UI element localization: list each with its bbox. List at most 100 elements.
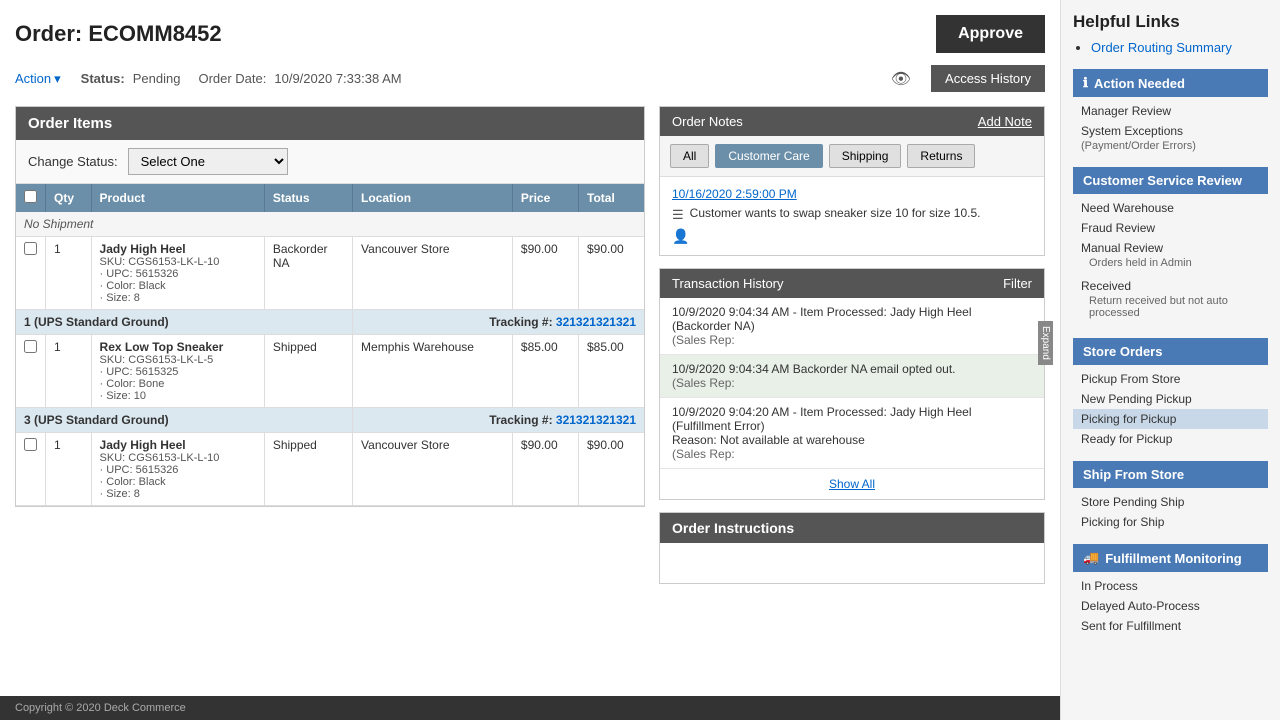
sidebar-section-fulfillment: 🚚 Fulfillment Monitoring In Process Dela… [1073, 544, 1268, 636]
status-area: Status: Pending Order Date: 10/9/2020 7:… [81, 71, 402, 86]
sidebar-item-picking-for-pickup[interactable]: Picking for Pickup [1073, 409, 1268, 429]
list-item: Order Routing Summary [1091, 40, 1268, 55]
item-check [16, 237, 46, 310]
transaction-entry-3: 10/9/2020 9:04:20 AM - Item Processed: J… [660, 398, 1044, 469]
order-routing-summary-link[interactable]: Order Routing Summary [1091, 40, 1232, 55]
order-items-section: Order Items Change Status: Select One [15, 106, 645, 584]
item-location: Vancouver Store [353, 237, 513, 310]
sidebar-section-action-needed: ℹ Action Needed Manager Review System Ex… [1073, 69, 1268, 155]
sidebar-section-store-orders: Store Orders Pickup From Store New Pendi… [1073, 338, 1268, 449]
change-status-label: Change Status: [28, 154, 118, 169]
sidebar-item-sent-for-fulfillment[interactable]: Sent for Fulfillment [1073, 616, 1268, 636]
sidebar-item-fraud-review[interactable]: Fraud Review [1073, 218, 1268, 238]
approve-button[interactable]: Approve [936, 15, 1045, 53]
order-instructions-box: Order Instructions [659, 512, 1045, 584]
footer-text: Copyright © 2020 Deck Commerce [15, 702, 186, 714]
eye-icon[interactable]: 👁 [891, 69, 911, 89]
footer: Copyright © 2020 Deck Commerce [0, 696, 1060, 720]
col-total: Total [579, 184, 645, 212]
item-location: Memphis Warehouse [353, 335, 513, 408]
info-icon: ℹ [1083, 75, 1088, 91]
item-checkbox[interactable] [24, 242, 37, 255]
sidebar-item-new-pending-pickup[interactable]: New Pending Pickup [1073, 389, 1268, 409]
sidebar-item-pickup-from-store[interactable]: Pickup From Store [1073, 369, 1268, 389]
col-status: Status [264, 184, 352, 212]
order-date-value: 10/9/2020 7:33:38 AM [274, 71, 401, 86]
item-total: $90.00 [579, 433, 645, 506]
transaction-history-header: Transaction History Filter [660, 269, 1044, 298]
status-value: Pending [133, 71, 181, 86]
no-shipment-row: No Shipment [16, 212, 644, 237]
no-shipment-label: No Shipment [16, 212, 644, 237]
expand-tab[interactable]: Expand [1038, 321, 1053, 365]
change-status-select[interactable]: Select One [128, 148, 288, 175]
transaction-entry-1: 10/9/2020 9:04:34 AM - Item Processed: J… [660, 298, 1044, 355]
tab-customer-care[interactable]: Customer Care [715, 144, 822, 168]
transaction-history-box: Transaction History Filter 10/9/2020 9:0… [659, 268, 1045, 500]
sidebar-item-picking-for-ship[interactable]: Picking for Ship [1073, 512, 1268, 532]
select-all-checkbox[interactable] [24, 190, 37, 203]
item-checkbox[interactable] [24, 340, 37, 353]
action-button[interactable]: Action ▾ [15, 71, 61, 87]
col-product: Product [91, 184, 264, 212]
item-checkbox[interactable] [24, 438, 37, 451]
item-check [16, 335, 46, 408]
access-history-button[interactable]: Access History [931, 65, 1045, 92]
sidebar-item-manager-review[interactable]: Manager Review [1073, 101, 1268, 121]
sidebar-item-delayed-auto-process[interactable]: Delayed Auto-Process [1073, 596, 1268, 616]
fulfillment-header: 🚚 Fulfillment Monitoring [1073, 544, 1268, 572]
sidebar-item-ready-for-pickup[interactable]: Ready for Pickup [1073, 429, 1268, 449]
transaction-history-title: Transaction History [672, 276, 784, 291]
sidebar-item-in-process[interactable]: In Process [1073, 576, 1268, 596]
sidebar-section-ship-from-store: Ship From Store Store Pending Ship Picki… [1073, 461, 1268, 532]
notes-tabs: All Customer Care Shipping Returns [660, 136, 1044, 177]
helpful-links-list: Order Routing Summary [1073, 40, 1268, 55]
add-note-button[interactable]: Add Note [978, 114, 1032, 129]
note-text: Customer wants to swap sneaker size 10 f… [690, 206, 981, 220]
tracking-link-1[interactable]: 321321321321 [556, 315, 636, 329]
filter-button[interactable]: Filter [1003, 276, 1032, 291]
sidebar-item-need-warehouse[interactable]: Need Warehouse [1073, 198, 1268, 218]
item-location: Vancouver Store [353, 433, 513, 506]
order-id: ECOMM8452 [88, 21, 221, 46]
csr-header: Customer Service Review [1073, 167, 1268, 194]
col-price: Price [512, 184, 578, 212]
sidebar-item-received[interactable]: Received Return received but not auto pr… [1073, 276, 1268, 326]
item-product: Jady High Heel SKU: CGS6153-LK-L-10 · UP… [91, 237, 264, 310]
item-price: $90.00 [512, 237, 578, 310]
show-all-link[interactable]: Show All [660, 469, 1044, 499]
sidebar-item-manual-review[interactable]: Manual Review Orders held in Admin [1073, 238, 1268, 276]
truck-icon: 🚚 [1083, 550, 1099, 566]
note-date[interactable]: 10/16/2020 2:59:00 PM [672, 187, 1032, 201]
col-location: Location [353, 184, 513, 212]
note-list-icon: ☰ [672, 207, 684, 223]
transaction-entry-2: 10/9/2020 9:04:34 AM Backorder NA email … [660, 355, 1044, 398]
table-row: 1 Jady High Heel SKU: CGS6153-LK-L-10 · … [16, 237, 644, 310]
shipment-3-row: 3 (UPS Standard Ground) Tracking #: 3213… [16, 408, 644, 433]
helpful-links-title: Helpful Links [1073, 12, 1268, 32]
sub-header: Action ▾ Status: Pending Order Date: 10/… [15, 65, 1045, 92]
order-notes-header: Order Notes Add Note [660, 107, 1044, 136]
right-col: Expand Order Notes Add Note All Customer… [659, 106, 1045, 584]
sidebar-section-csr: Customer Service Review Need Warehouse F… [1073, 167, 1268, 326]
item-price: $90.00 [512, 433, 578, 506]
order-title: Order: ECOMM8452 [15, 21, 222, 47]
sidebar-item-store-pending-ship[interactable]: Store Pending Ship [1073, 492, 1268, 512]
item-status: Shipped [264, 433, 352, 506]
change-status-row: Change Status: Select One [16, 140, 644, 184]
chevron-down-icon: ▾ [54, 71, 61, 87]
notes-content: 10/16/2020 2:59:00 PM ☰ Customer wants t… [660, 177, 1044, 255]
table-row: 1 Rex Low Top Sneaker SKU: CGS6153-LK-L-… [16, 335, 644, 408]
tab-all[interactable]: All [670, 144, 709, 168]
sidebar-item-system-exceptions[interactable]: System Exceptions(Payment/Order Errors) [1073, 121, 1268, 155]
tracking-link-3[interactable]: 321321321321 [556, 413, 636, 427]
item-qty: 1 [46, 335, 92, 408]
tab-shipping[interactable]: Shipping [829, 144, 902, 168]
item-status: Shipped [264, 335, 352, 408]
shipment-1-row: 1 (UPS Standard Ground) Tracking #: 3213… [16, 310, 644, 335]
order-instructions-header: Order Instructions [660, 513, 1044, 543]
tab-returns[interactable]: Returns [907, 144, 975, 168]
item-product: Rex Low Top Sneaker SKU: CGS6153-LK-L-5 … [91, 335, 264, 408]
ship-from-store-header: Ship From Store [1073, 461, 1268, 488]
col-check [16, 184, 46, 212]
